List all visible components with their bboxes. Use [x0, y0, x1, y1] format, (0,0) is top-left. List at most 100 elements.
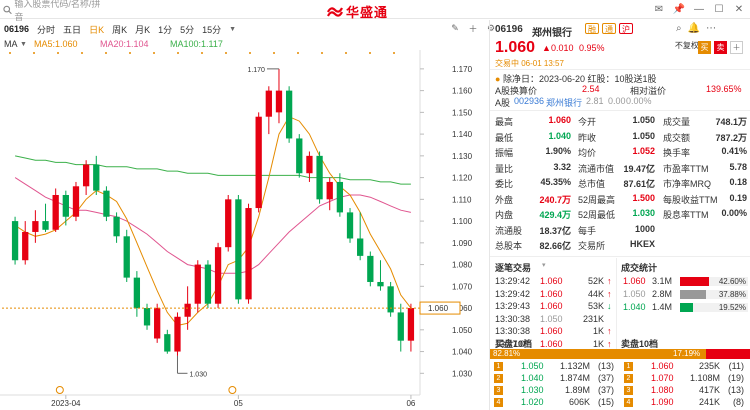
pin-icon[interactable]: 📌 — [672, 2, 686, 16]
marker-dot — [393, 52, 395, 54]
search-input[interactable]: 输入股票代码/名称/拼音 — [3, 0, 103, 22]
divider — [616, 258, 617, 354]
trades-expand-icon[interactable]: ▾ — [542, 261, 546, 269]
ma-legend: MA ▼ MA5:1.060 MA20:1.104 MA100:1.117 — [0, 38, 488, 50]
sell-button[interactable]: 卖 — [714, 41, 727, 54]
tab-period-4[interactable]: 月K — [135, 23, 150, 36]
tab-period-1[interactable]: 五日 — [63, 23, 81, 36]
order-volume: 417K — [698, 385, 720, 395]
a-name-link[interactable]: 郑州银行 — [546, 96, 582, 109]
order-book-row: 2 1.040 1.874M (37) — [490, 373, 616, 385]
stat-value: 240.7万 — [539, 194, 571, 205]
order-count: (15) — [597, 397, 614, 407]
stat-value: 1.90% — [545, 146, 571, 156]
level-badge: 2 — [494, 374, 503, 383]
search-icon — [3, 5, 12, 14]
vol-pct: 19.52% — [718, 303, 746, 312]
vol-bar-fill — [680, 290, 706, 299]
trade-price: 1.060 — [540, 301, 563, 311]
stat-label: 市盈率TTM — [663, 163, 709, 174]
divider — [490, 110, 750, 111]
chart-svg[interactable]: 1.170 1.160 1.150 1.140 1.130 1.120 1.110 1.100… — [0, 50, 488, 410]
tab-period-0[interactable]: 分时 — [37, 23, 55, 36]
candle-body — [255, 116, 262, 209]
candle-body — [245, 208, 252, 300]
marker-dot — [273, 52, 275, 54]
tab-period-6[interactable]: 5分 — [180, 23, 194, 36]
vol-pct: 42.60% — [718, 277, 746, 286]
quote-change-arrow: ▲ — [542, 43, 551, 53]
candle-body — [184, 303, 191, 317]
order-book-row: 4 1.090 241K (8) — [620, 397, 746, 409]
stat-label: 成交额 — [663, 132, 691, 143]
order-book-ratio-bar: 82.81% 17.19% — [490, 349, 750, 359]
chart-stock-code: 06196 — [4, 24, 30, 34]
stat-label: 总股本 — [495, 241, 523, 251]
candle-body — [306, 155, 313, 174]
alert-icon[interactable]: 🔔 — [688, 23, 700, 34]
sell-ratio-label: 17.19% — [673, 349, 701, 358]
more-icon[interactable]: ⋯ — [706, 23, 716, 34]
dividend-label: 除净日：2023-06-20 红股：10股送1股 — [502, 74, 657, 84]
premium-value: 139.65% — [706, 84, 742, 94]
candle-body — [174, 316, 181, 352]
trade-volume: 1K — [592, 326, 604, 336]
buy-button[interactable]: 买 — [698, 41, 711, 54]
quote-change-pct: 0.95% — [579, 43, 605, 53]
stat-label: 量比 — [495, 163, 514, 174]
candle-body — [62, 194, 69, 217]
order-price: 1.040 — [521, 373, 544, 383]
candle-body — [235, 199, 242, 300]
maximize-icon[interactable]: ☐ — [712, 2, 726, 16]
message-icon[interactable]: ✉ — [652, 2, 666, 16]
close-icon[interactable]: ✕ — [732, 2, 746, 16]
x-tick-label: 2023-04 — [51, 399, 81, 408]
vol-pct: 37.88% — [718, 290, 746, 299]
quote-code: 06196 — [495, 24, 523, 35]
level-badge: 1 — [624, 362, 633, 371]
tab-period-3[interactable]: 周K — [112, 23, 127, 36]
ma-dropdown-icon[interactable]: ▼ — [20, 41, 27, 48]
search-icon[interactable]: ⌕ — [676, 23, 682, 34]
x-tick-label: 05 — [234, 399, 243, 408]
candle-body — [336, 181, 344, 213]
vol-bar: 37.88% — [680, 290, 748, 299]
trade-volume: 52K — [587, 276, 604, 286]
stat-label: 昨收 — [578, 132, 597, 143]
marker-dot — [33, 52, 35, 54]
minimize-icon[interactable]: — — [692, 2, 706, 16]
stat-value: 45.35% — [540, 177, 571, 187]
a-price: 2.81 — [586, 96, 604, 106]
stat-label: 市净率MRQ — [663, 179, 711, 189]
y-tick-label: 1.070 — [452, 282, 473, 291]
trade-volume: 53K — [587, 301, 604, 311]
stat-label: 52周最低 — [578, 210, 616, 220]
top-bar: 输入股票代码/名称/拼音 华盛通 ✉ 📌 — ☐ ✕ — [0, 0, 750, 22]
y-tick-label: 1.170 — [452, 65, 473, 74]
stat-label: 52周最高 — [578, 194, 616, 205]
candle-body — [316, 155, 323, 200]
add-watch-button[interactable]: ＋ — [730, 41, 743, 54]
tab-period-7[interactable]: 15分 — [202, 23, 221, 36]
order-count: (8) — [733, 397, 744, 407]
candle-body — [42, 221, 49, 230]
tab-period-2[interactable]: 日K — [89, 23, 104, 36]
tab-period-5[interactable]: 1分 — [158, 23, 172, 36]
draw-tool-icon[interactable]: ✎ — [449, 22, 461, 34]
stat-label: 今开 — [578, 117, 597, 127]
arrow-up-icon: ↑ — [607, 326, 612, 336]
arrow-down-icon: ↓ — [607, 301, 612, 311]
order-book-row: 1 1.060 235K (11) — [620, 361, 746, 373]
ma-label[interactable]: MA — [4, 39, 18, 49]
add-icon[interactable]: ＋ — [467, 22, 479, 34]
logo-text: 华盛通 — [346, 5, 389, 20]
ma100-label: MA100:1.117 — [170, 39, 223, 49]
order-count: (11) — [728, 361, 744, 371]
window-controls: ✉ 📌 — ☐ ✕ — [652, 2, 746, 16]
candle-body — [123, 236, 130, 278]
candlestick-chart[interactable]: 1.170 1.160 1.150 1.140 1.130 1.120 1.110 1.100… — [0, 50, 488, 410]
order-price: 1.020 — [521, 397, 544, 407]
a-code-link[interactable]: 002936 — [514, 96, 544, 106]
chevron-down-icon[interactable]: ▼ — [229, 26, 236, 33]
order-volume: 1.874M — [559, 373, 590, 383]
